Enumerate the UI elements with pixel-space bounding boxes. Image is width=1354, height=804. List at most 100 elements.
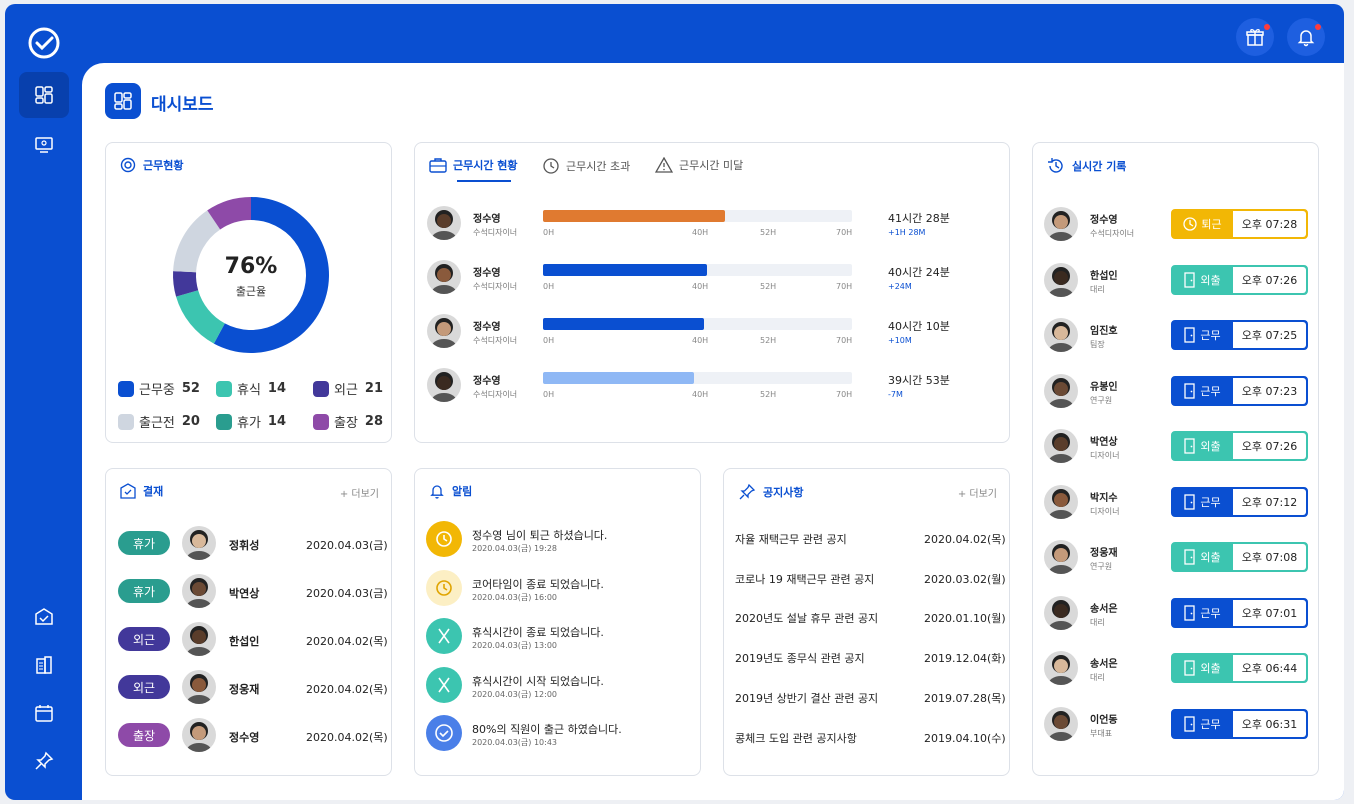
approval-type-badge: 외근 (118, 627, 170, 651)
status-text: 외출 (1200, 440, 1221, 453)
worktime-bar-fill (543, 264, 707, 276)
employee-name: 정수영 (473, 214, 501, 225)
hours-delta: +10M (888, 336, 912, 345)
legend-swatch (313, 413, 329, 430)
door-icon (1184, 493, 1196, 510)
employee-name: 정웅재 (1090, 548, 1118, 559)
requester-avatar (182, 622, 216, 656)
door-icon (1184, 715, 1196, 732)
requester-avatar (182, 526, 216, 560)
axis-tick-label: 70H (836, 282, 853, 291)
status-text: 외출 (1200, 662, 1221, 675)
employee-role: 부대표 (1090, 728, 1113, 738)
alert-time: 2020.04.03(금) 19:28 (472, 544, 558, 553)
status-badge[interactable]: 근무 오후 07:25 (1171, 320, 1308, 350)
notices-more-link[interactable]: + 더보기 (958, 485, 997, 500)
clock-icon (426, 569, 462, 606)
axis-tick-label: 0H (543, 390, 555, 399)
status-badge[interactable]: 외출 오후 07:26 (1171, 264, 1308, 295)
axis-tick-label: 0H (543, 282, 555, 291)
bell-notification-dot (1315, 24, 1321, 30)
notice-title[interactable]: 2020년도 설날 휴무 관련 공지 (735, 610, 878, 626)
attendance-header: 근무현황 (120, 157, 183, 173)
tab-worktime-over[interactable]: 근무시간 초과 (542, 157, 630, 175)
status-time: 오후 07:25 (1233, 322, 1306, 348)
notice-date: 2020.01.10(월) (924, 612, 1006, 626)
approval-card: 결재 + 더보기 휴가 정휘성 2020.04.03(금) 휴가 박연상 2020.04.… (105, 468, 392, 776)
legend-value: 20 (181, 414, 200, 429)
notice-title[interactable]: 2019년도 종무식 관련 공지 (735, 650, 865, 666)
legend-item: 휴식 14 (216, 379, 286, 398)
sidebar-item-approval[interactable] (19, 594, 69, 640)
realtime-title: 실시간 기록 (1072, 160, 1127, 173)
approval-envelope-icon (120, 483, 136, 499)
legend-value: 14 (267, 381, 287, 396)
status-badge[interactable]: 근무 오후 07:23 (1171, 375, 1308, 406)
clock-icon (426, 521, 462, 557)
approval-type-badge: 외근 (118, 675, 170, 699)
employee-avatar (427, 368, 461, 402)
approval-date: 2020.04.03(금) (306, 587, 388, 600)
worktime-bar-fill (543, 210, 726, 222)
sidebar-item-organization[interactable] (19, 642, 69, 688)
approval-date: 2020.04.03(금) (306, 539, 388, 552)
status-label-box: 외출 (1172, 543, 1232, 571)
door-icon (1184, 549, 1196, 565)
attendance-percent: 76% (224, 254, 278, 279)
hours-delta: +1H 28M (888, 228, 926, 237)
tab-worktime-under[interactable]: 근무시간 미달 (655, 157, 743, 173)
employee-name: 정수영 (1090, 215, 1118, 226)
pin-icon (35, 751, 54, 770)
status-badge[interactable]: 근무 오후 07:12 (1171, 486, 1308, 517)
notice-title[interactable]: 자율 재택근무 관련 공지 (735, 531, 847, 547)
requester-name: 한섭인 (229, 635, 260, 648)
sidebar-item-monitor[interactable] (19, 122, 69, 168)
tab-worktime-status[interactable]: 근무시간 현황 (429, 157, 518, 173)
gift-button[interactable] (1236, 18, 1274, 56)
employee-avatar (427, 314, 461, 348)
legend-swatch (313, 380, 329, 397)
alert-text: 정수영 님이 퇴근 하셨습니다. (472, 529, 608, 542)
logo-check-icon[interactable] (27, 26, 61, 60)
notice-title[interactable]: 2019년 상반기 결산 관련 공지 (735, 690, 878, 706)
notices-title: 공지사항 (763, 486, 804, 499)
sidebar-item-calendar[interactable] (19, 690, 69, 736)
notice-title[interactable]: 콩체크 도입 관련 공지사항 (735, 730, 857, 746)
alert-text: 휴식시간이 시작 되었습니다. (472, 674, 604, 688)
status-badge[interactable]: 외출 오후 07:26 (1171, 431, 1308, 461)
door-icon (1184, 327, 1196, 343)
gift-notification-dot (1264, 24, 1270, 30)
axis-tick-label: 52H (760, 282, 777, 291)
status-badge[interactable]: 퇴근 오후 07:28 (1171, 209, 1308, 239)
pie-chart-icon (120, 157, 136, 173)
sidebar-item-dashboard[interactable] (19, 72, 69, 118)
axis-tick-label: 52H (760, 390, 777, 399)
worked-hours: 41시간 28분 (888, 212, 950, 225)
status-text: 퇴근 (1201, 218, 1222, 231)
status-badge[interactable]: 근무 오후 06:31 (1171, 708, 1308, 739)
status-badge[interactable]: 외출 오후 06:44 (1171, 653, 1308, 683)
notice-date: 2019.07.28(목) (924, 691, 1006, 705)
alerts-header: 알림 (429, 483, 472, 499)
legend-label: 휴가 (237, 416, 261, 431)
approval-date: 2020.04.02(목) (306, 635, 388, 648)
status-time: 오후 07:01 (1233, 599, 1306, 626)
utensils-icon (426, 618, 462, 654)
bell-icon (1297, 30, 1315, 47)
status-badge[interactable]: 근무 오후 07:01 (1171, 597, 1308, 628)
legend-label: 휴식 (237, 383, 261, 398)
sidebar-item-notice[interactable] (19, 738, 69, 784)
bell-button[interactable] (1287, 18, 1325, 56)
employee-name: 유봉인 (1090, 381, 1118, 393)
status-label-box: 근무 (1172, 377, 1232, 405)
realtime-header: 실시간 기록 (1047, 157, 1126, 175)
employee-role: 대리 (1090, 673, 1105, 682)
status-badge[interactable]: 외출 오후 07:08 (1171, 542, 1308, 572)
approval-more-link[interactable]: + 더보기 (340, 485, 379, 500)
app-frame: 대시보드 근무현황 76% 출근율 근무중 52 휴식 14 외근 21 출근전 20 휴가 14… (5, 4, 1344, 800)
dashboard-icon (35, 86, 53, 104)
notice-title[interactable]: 코로나 19 재택근무 관련 공지 (735, 571, 874, 587)
worked-hours: 39시간 53분 (888, 374, 950, 387)
status-label-box: 근무 (1172, 488, 1232, 516)
worktime-bar-track (543, 210, 852, 222)
